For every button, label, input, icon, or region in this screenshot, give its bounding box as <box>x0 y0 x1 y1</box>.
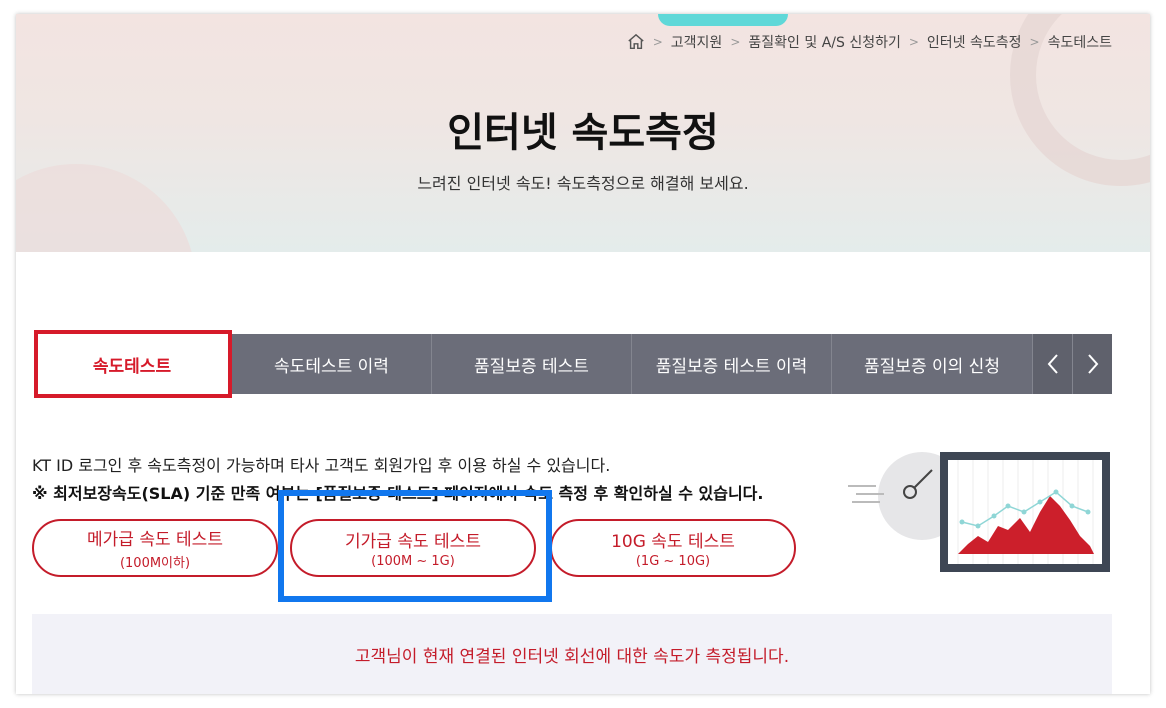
breadcrumb: > 고객지원 > 품질확인 및 A/S 신청하기 > 인터넷 속도측정 > 속도… <box>627 32 1112 52</box>
measurement-info-box: 고객님이 현재 연결된 인터넷 회선에 대한 속도가 측정됩니다. <box>32 614 1112 694</box>
tab-speed-test-history[interactable]: 속도테스트 이력 <box>232 334 432 394</box>
chevron-left-icon <box>1047 354 1058 374</box>
10g-speed-test-button[interactable]: 10G 속도 테스트 (1G ~ 10G) <box>550 519 796 577</box>
home-icon[interactable] <box>627 33 645 51</box>
tab-quality-test[interactable]: 품질보증 테스트 <box>432 334 632 394</box>
breadcrumb-separator: > <box>730 35 741 49</box>
tab-prev-button[interactable] <box>1032 334 1072 394</box>
tab-next-button[interactable] <box>1072 334 1112 394</box>
breadcrumb-item-quality[interactable]: 품질확인 및 A/S 신청하기 <box>748 32 900 52</box>
10g-test-range: (1G ~ 10G) <box>635 554 711 569</box>
hero-banner: > 고객지원 > 품질확인 및 A/S 신청하기 > 인터넷 속도측정 > 속도… <box>16 14 1150 252</box>
login-notice: KT ID 로그인 후 속도측정이 가능하며 타사 고객도 회원가입 후 이용 … <box>32 456 611 475</box>
page-subtitle: 느려진 인터넷 속도! 속도측정으로 해결해 보세요. <box>417 174 749 193</box>
giga-button-highlight <box>278 490 552 602</box>
page-title: 인터넷 속도측정 <box>447 110 719 156</box>
chevron-right-icon <box>1087 354 1098 374</box>
breadcrumb-separator: > <box>1029 35 1040 49</box>
page-frame: > 고객지원 > 품질확인 및 A/S 신청하기 > 인터넷 속도측정 > 속도… <box>16 14 1150 694</box>
breadcrumb-separator: > <box>652 35 663 49</box>
breadcrumb-item-support[interactable]: 고객지원 <box>671 32 723 52</box>
breadcrumb-item-speed[interactable]: 인터넷 속도측정 <box>927 32 1022 52</box>
measurement-info-text: 고객님이 현재 연결된 인터넷 회선에 대한 속도가 측정됩니다. <box>354 646 790 667</box>
tab-quality-objection[interactable]: 품질보증 이의 신청 <box>832 334 1032 394</box>
10g-test-label: 10G 속도 테스트 <box>611 532 735 552</box>
breadcrumb-separator: > <box>908 35 919 49</box>
hero-accent-tab <box>658 14 788 26</box>
tab-quality-test-history[interactable]: 품질보증 테스트 이력 <box>632 334 832 394</box>
active-tab-highlight <box>34 330 232 398</box>
breadcrumb-item-current[interactable]: 속도테스트 <box>1048 32 1112 52</box>
speed-illustration <box>848 452 1110 572</box>
mega-test-label: 메가급 속도 테스트 <box>87 530 223 550</box>
mega-speed-test-button[interactable]: 메가급 속도 테스트 (100M이하) <box>32 519 278 577</box>
mega-test-range: (100M이하) <box>119 556 191 571</box>
